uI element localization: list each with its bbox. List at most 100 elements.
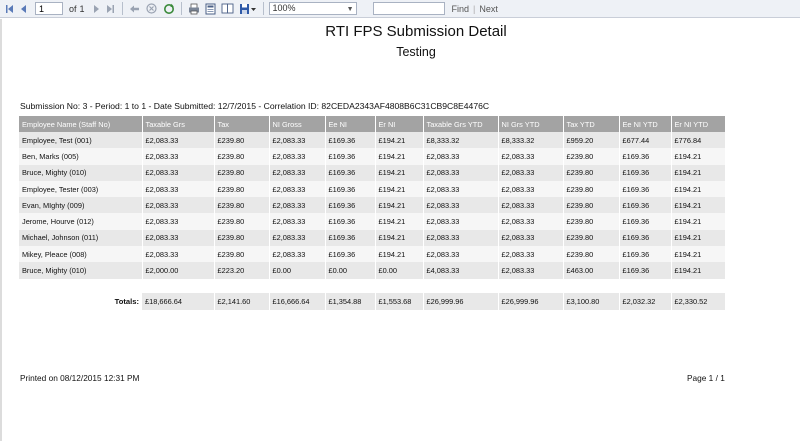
toolbar-separator [262,2,264,15]
employee-name-cell: Michael, Johnson (011) [19,229,143,247]
totals-label: Totals: [114,297,139,306]
table-cell: £194.21 [375,132,424,149]
toolbar-separator [180,2,182,15]
table-cell: £239.80 [563,148,620,165]
table-cell: £194.21 [671,148,726,165]
totals-cell: £2,032.32 [619,293,672,310]
table-cell: £0.00 [269,262,326,279]
page-info: Page 1 / 1 [687,373,725,383]
table-cell: £194.21 [671,262,726,279]
column-header: Er NI [375,116,424,132]
table-cell: £2,083.33 [423,213,499,230]
table-cell: £194.21 [671,229,726,247]
table-cell: £4,083.33 [423,262,499,279]
table-cell: £2,083.33 [423,148,499,165]
table-cell: £0.00 [375,262,424,279]
submission-info: Submission No: 3 - Period: 1 to 1 - Date… [20,101,490,111]
column-header: Employee Name (Staff No) [19,116,143,132]
table-cell: £2,083.33 [142,164,215,181]
employee-name-cell: Jerome, Hourve (012) [19,213,143,230]
table-row: Employee, Test (001) £2,083.33 £239.80 £2,0… [19,132,726,149]
page-of-label: of [69,3,77,14]
find-separator: | [473,3,476,14]
table-cell: £194.21 [671,180,726,198]
employee-name-cell: Employee, Tester (003) [19,180,143,198]
report-title: RTI FPS Submission Detail [325,23,507,40]
export-icon[interactable] [238,2,258,16]
print-layout-icon[interactable] [204,2,218,16]
table-cell: £194.21 [375,197,424,214]
table-cell: £239.80 [214,180,270,198]
refresh-icon[interactable] [162,2,176,16]
stop-icon[interactable] [145,2,159,16]
table-cell: £2,083.33 [142,246,215,263]
table-cell: £2,083.33 [498,246,564,263]
employee-name-cell: Evan, MIghty (009) [19,197,143,214]
column-header: Ee NI [325,116,376,132]
table-cell: £239.80 [563,180,620,198]
column-header: Tax [214,116,270,132]
page-setup-icon[interactable] [221,2,235,16]
print-icon[interactable] [187,2,201,16]
table-cell: £239.80 [563,229,620,247]
totals-cell: £26,999.96 [423,293,499,310]
page-number-input[interactable] [35,2,63,15]
table-cell: £169.36 [325,180,376,198]
employee-name-cell: Ben, Marks (005) [19,148,143,165]
table-cell: £169.36 [619,180,672,198]
table-cell: £2,083.33 [423,246,499,263]
table-row: Evan, MIghty (009) £2,083.33 £239.80 £2,083… [19,197,726,214]
table-cell: £2,083.33 [269,132,326,149]
table-cell: £2,083.33 [269,229,326,247]
column-header: Ee NI YTD [619,116,672,132]
prev-page-icon[interactable] [17,2,31,16]
find-link[interactable]: Find [452,4,470,14]
table-cell: £2,083.33 [423,229,499,247]
printed-on: Printed on 08/12/2015 12:31 PM [20,373,140,383]
table-cell: £169.36 [619,164,672,181]
table-cell: £2,083.33 [269,148,326,165]
table-cell: £2,083.33 [269,197,326,214]
table-cell: £776.84 [671,132,726,149]
table-cell: £239.80 [214,148,270,165]
table-cell: £169.36 [619,197,672,214]
table-cell: £2,083.33 [498,262,564,279]
chevron-down-icon: ▼ [346,6,354,13]
report-toolbar: of 1 100% ▼ Find | Next [0,0,800,18]
totals-row: £18,666.64 £2,141.60 £16,666.64 £1,354.88 £1… [142,293,726,310]
table-cell: £677.44 [619,132,672,149]
table-cell: £194.21 [375,246,424,263]
zoom-value: 100% [272,3,296,13]
last-page-icon[interactable] [103,2,117,16]
column-header: NI Gross [269,116,326,132]
table-cell: £169.36 [619,229,672,247]
table-cell: £194.21 [375,164,424,181]
zoom-select[interactable]: 100% ▼ [268,2,357,15]
table-cell: £194.21 [671,213,726,230]
table-cell: £194.21 [375,229,424,247]
table-cell: £2,083.33 [498,213,564,230]
table-row: Bruce, Mighty (010) £2,000.00 £223.20 £0.00… [19,262,726,279]
table-cell: £239.80 [214,213,270,230]
table-cell: £169.36 [325,148,376,165]
table-cell: £2,083.33 [269,213,326,230]
first-page-icon[interactable] [3,2,17,16]
column-header: Er NI YTD [671,116,726,132]
table-body: Employee, Test (001) £2,083.33 £239.80 £2,0… [19,132,726,279]
table-cell: £169.36 [619,148,672,165]
back-icon[interactable] [128,2,142,16]
table-cell: £169.36 [325,229,376,247]
totals-cell: £1,354.88 [325,293,376,310]
table-cell: £223.20 [214,262,270,279]
table-cell: £169.36 [325,197,376,214]
table-cell: £463.00 [563,262,620,279]
find-input[interactable] [372,2,445,15]
table-cell: £2,083.33 [142,197,215,214]
table-cell: £2,000.00 [142,262,215,279]
next-page-icon[interactable] [89,2,103,16]
table-cell: £2,083.33 [423,180,499,198]
table-cell: £959.20 [563,132,620,149]
column-header: Taxable Grs YTD [423,116,499,132]
next-link[interactable]: Next [479,4,498,14]
table-row: Mikey, Pleace (008) £2,083.33 £239.80 £2,08… [19,246,726,263]
